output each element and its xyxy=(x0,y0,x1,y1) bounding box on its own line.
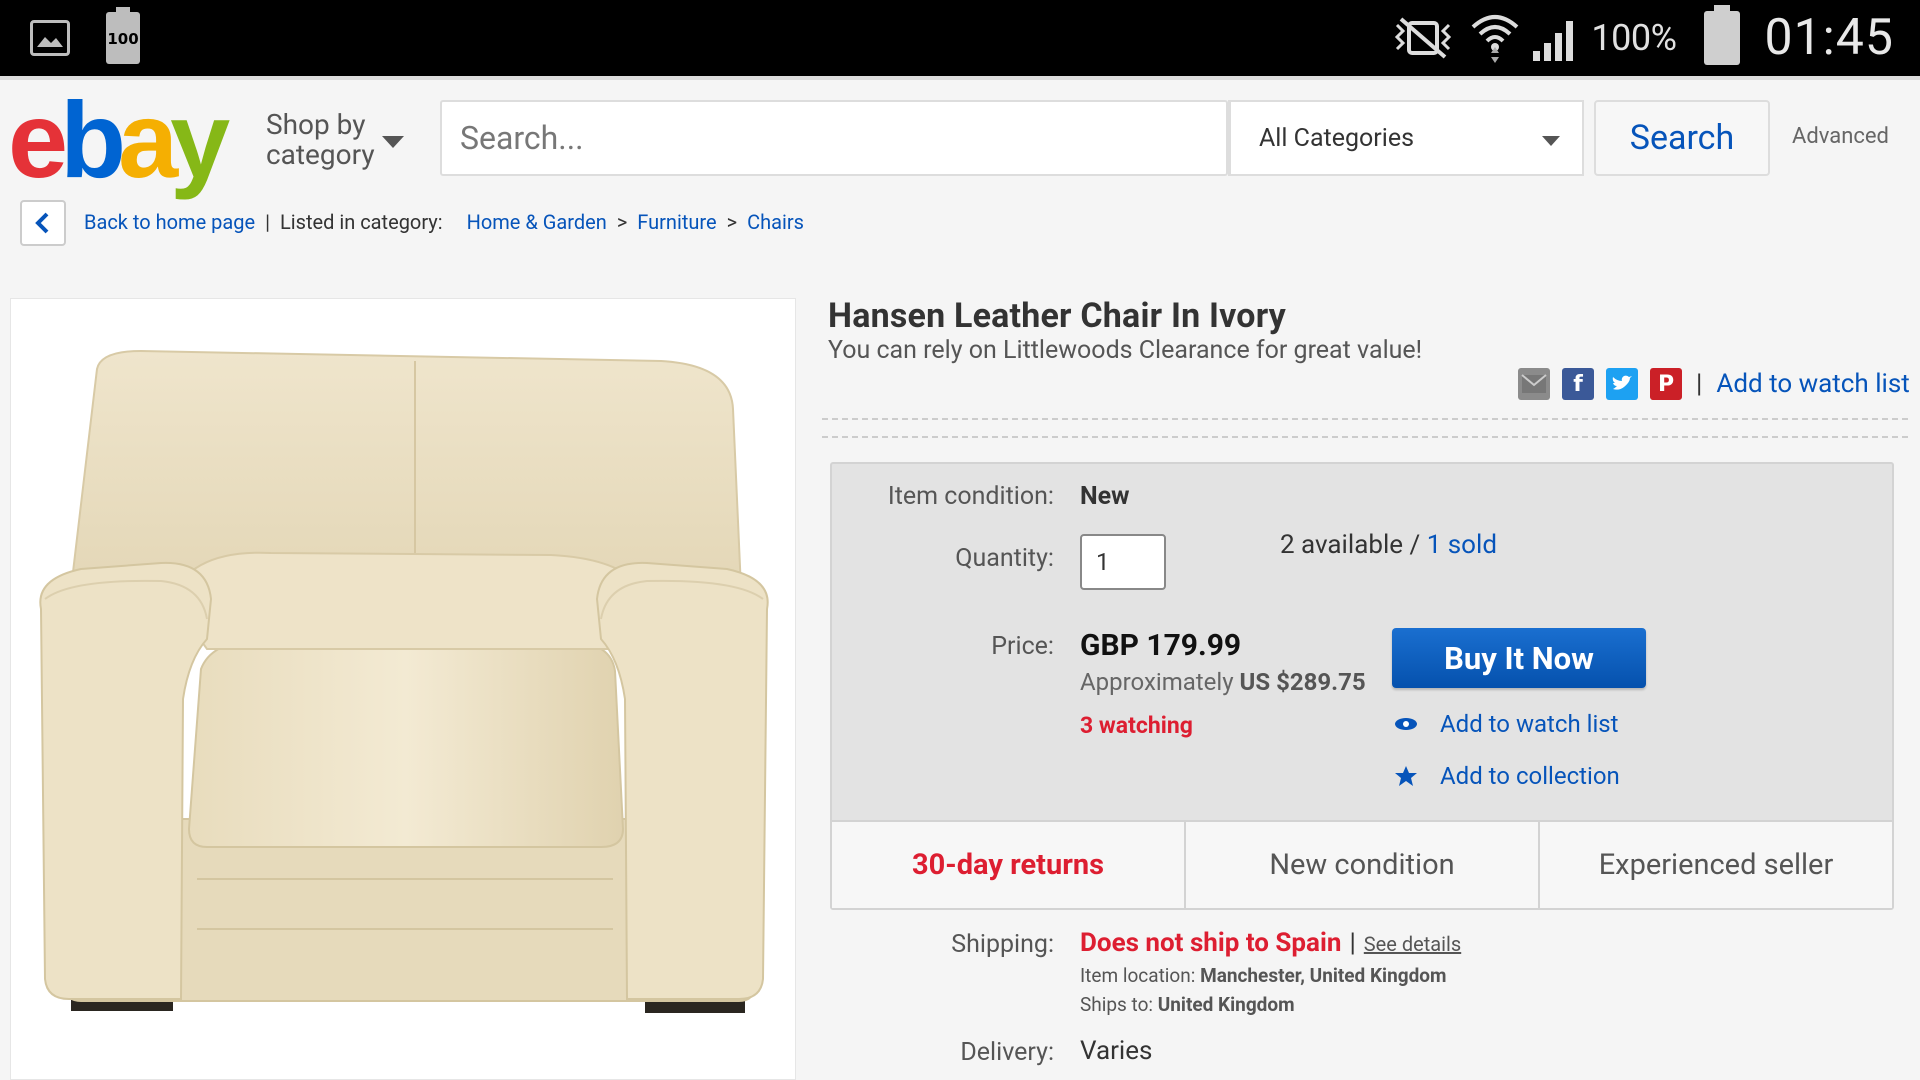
add-to-watch-list-link[interactable]: Add to watch list xyxy=(1716,369,1909,399)
promo-row: 30-day returns New condition Experienced… xyxy=(832,820,1892,908)
status-bar: 100 100% 01:45 xyxy=(0,0,1920,76)
logo-letter-a: a xyxy=(118,79,178,200)
logo-letter-y: y xyxy=(170,79,230,200)
quantity-label: Quantity: xyxy=(955,544,1054,573)
battery-icon xyxy=(1704,5,1741,65)
chevron-left-icon xyxy=(35,212,49,234)
vibrate-mute-icon xyxy=(1395,17,1452,59)
shipping-status: Does not ship to Spain xyxy=(1080,928,1342,958)
condition-value: New xyxy=(1080,482,1130,511)
search-input[interactable] xyxy=(442,102,1226,174)
delivery-value: Varies xyxy=(1080,1036,1153,1066)
product-image[interactable] xyxy=(10,298,796,1080)
approx-price: Approximately US $289.75 xyxy=(1080,668,1366,696)
sold-count-link[interactable]: 1 sold xyxy=(1427,530,1497,560)
share-divider: | xyxy=(1696,369,1703,399)
shop-by-category-button[interactable]: Shop by category xyxy=(266,110,375,170)
back-to-home-link[interactable]: Back to home page xyxy=(84,210,255,234)
delivery-label: Delivery: xyxy=(960,1038,1054,1067)
site-header: ebay Shop by category All Categories Sea… xyxy=(0,76,1920,194)
breadcrumb-separator: > xyxy=(616,210,628,234)
add-to-collection-button[interactable]: Add to collection xyxy=(1394,762,1620,790)
breadcrumb: Back to home page | Listed in category: … xyxy=(84,210,804,234)
chair-image xyxy=(39,349,769,1013)
item-location-value: Manchester, United Kingdom xyxy=(1200,964,1447,987)
shipping-divider: | xyxy=(1349,928,1356,958)
item-location-label: Item location: xyxy=(1080,964,1196,987)
item-location: Item location: Manchester, United Kingdo… xyxy=(1080,964,1446,987)
logo-letter-e: e xyxy=(8,79,68,200)
facebook-icon[interactable]: f xyxy=(1562,368,1594,400)
price-label: Price: xyxy=(991,632,1054,661)
shop-by-label-line2: category xyxy=(266,138,375,171)
category-selected-value: All Categories xyxy=(1259,124,1414,153)
divider xyxy=(822,418,1908,420)
ebay-logo[interactable]: ebay xyxy=(8,86,230,194)
email-icon[interactable] xyxy=(1518,368,1550,400)
shop-by-label-line1: Shop by xyxy=(266,108,366,141)
battery-notification-icon: 100 xyxy=(106,7,140,64)
add-to-watch-list-label: Add to watch list xyxy=(1440,710,1619,738)
search-button[interactable]: Search xyxy=(1594,100,1770,176)
eye-icon xyxy=(1395,718,1417,730)
seller-badge[interactable]: Experienced seller xyxy=(1540,822,1892,908)
clock: 01:45 xyxy=(1764,9,1894,67)
image-notification-icon xyxy=(30,20,70,56)
availability: 2 available / 1 sold xyxy=(1280,530,1497,560)
shipping-label: Shipping: xyxy=(951,930,1054,959)
shipping-value: Does not ship to Spain | See details xyxy=(1080,928,1461,958)
price-value: GBP 179.99 xyxy=(1080,628,1242,663)
quantity-input[interactable]: 1 xyxy=(1080,534,1166,590)
category-select[interactable]: All Categories xyxy=(1228,100,1584,176)
battery-percent: 100% xyxy=(1591,17,1677,59)
back-button[interactable] xyxy=(20,200,66,246)
share-row: f P | Add to watch list xyxy=(1518,368,1910,400)
breadcrumb-chairs[interactable]: Chairs xyxy=(747,210,804,234)
pinterest-icon[interactable]: P xyxy=(1650,368,1682,400)
ships-to: Ships to: United Kingdom xyxy=(1080,993,1295,1016)
condition-badge[interactable]: New condition xyxy=(1186,822,1540,908)
chevron-down-icon xyxy=(1542,136,1560,146)
listed-in-label: Listed in category: xyxy=(279,210,443,234)
approx-value: US $289.75 xyxy=(1239,668,1366,696)
buy-it-now-button[interactable]: Buy It Now xyxy=(1392,628,1646,688)
search-field[interactable] xyxy=(440,100,1228,176)
ships-to-value: United Kingdom xyxy=(1157,993,1295,1016)
breadcrumb-furniture[interactable]: Furniture xyxy=(637,210,716,234)
divider xyxy=(822,436,1908,438)
condition-label: Item condition: xyxy=(887,482,1054,511)
add-to-watch-list-button[interactable]: Add to watch list xyxy=(1394,710,1619,738)
available-count: 2 available / xyxy=(1280,530,1427,560)
add-to-collection-label: Add to collection xyxy=(1440,762,1620,790)
see-details-link[interactable]: See details xyxy=(1364,932,1461,956)
buy-box: Item condition: New Quantity: 1 2 availa… xyxy=(830,462,1894,910)
watching-count: 3 watching xyxy=(1080,712,1193,739)
status-icons: 100% 01:45 xyxy=(1387,5,1894,70)
signal-icon xyxy=(1533,21,1574,61)
breadcrumb-divider: | xyxy=(265,210,270,234)
wifi-icon xyxy=(1472,15,1519,63)
approx-prefix: Approximately xyxy=(1080,668,1234,696)
listing-subtitle: You can rely on Littlewoods Clearance fo… xyxy=(828,336,1423,365)
chevron-down-icon[interactable] xyxy=(382,136,404,148)
ships-to-label: Ships to: xyxy=(1080,993,1154,1016)
breadcrumb-home-garden[interactable]: Home & Garden xyxy=(467,210,607,234)
logo-letter-b: b xyxy=(60,79,126,200)
star-icon xyxy=(1395,766,1417,786)
twitter-icon[interactable] xyxy=(1606,368,1638,400)
listing-title: Hansen Leather Chair In Ivory xyxy=(828,296,1286,336)
advanced-search-link[interactable]: Advanced xyxy=(1792,124,1889,149)
battery-notification-label: 100 xyxy=(107,30,139,48)
returns-badge[interactable]: 30-day returns xyxy=(832,822,1186,908)
breadcrumb-separator: > xyxy=(726,210,738,234)
